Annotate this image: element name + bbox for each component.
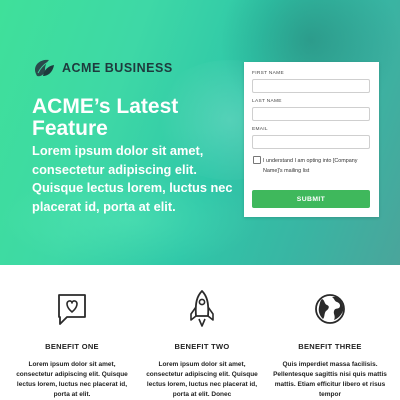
last-name-field[interactable] — [252, 107, 370, 121]
benefit-two-text: Lorem ipsum dolor sit amet, consectetur … — [146, 361, 258, 398]
signup-form: FIRST NAME LAST NAME EMAIL I understand … — [244, 62, 379, 217]
email-field[interactable] — [252, 135, 370, 149]
benefit-one-title: BENEFIT ONE — [45, 342, 99, 351]
globe-icon — [315, 294, 345, 324]
first-name-label: FIRST NAME — [252, 71, 284, 76]
last-name-label: LAST NAME — [252, 99, 282, 104]
hero-body: Lorem ipsum dolor sit amet, consectetur … — [32, 143, 233, 214]
benefit-one: BENEFIT ONE Lorem ipsum dolor sit amet, … — [12, 290, 132, 398]
benefit-one-text: Lorem ipsum dolor sit amet, consectetur … — [16, 361, 128, 398]
benefit-three-text: Quis imperdiet massa facilisis. Pellente… — [273, 361, 387, 398]
chat-heart-icon — [58, 294, 86, 325]
benefit-three-title: BENEFIT THREE — [298, 342, 362, 351]
first-name-field[interactable] — [252, 79, 370, 93]
consent-label: I understand I am opting into [Company N… — [263, 158, 358, 174]
brand-name: ACME BUSINESS — [62, 61, 173, 75]
email-label: EMAIL — [252, 127, 268, 132]
benefit-two: BENEFIT TWO Lorem ipsum dolor sit amet, … — [142, 290, 262, 398]
rocket-icon — [190, 290, 214, 327]
benefit-three: BENEFIT THREE Quis imperdiet massa facil… — [270, 290, 390, 398]
consent-checkbox[interactable] — [253, 156, 261, 164]
brand-logo[interactable]: ACME BUSINESS — [32, 56, 173, 80]
submit-button[interactable]: SUBMIT — [252, 190, 370, 208]
hero-section: ACME BUSINESS ACME’s Latest Feature Lore… — [0, 0, 400, 265]
hero-title: ACME’s Latest Feature — [32, 95, 179, 140]
benefit-two-title: BENEFIT TWO — [174, 342, 230, 351]
leaf-logo-icon — [35, 59, 54, 77]
